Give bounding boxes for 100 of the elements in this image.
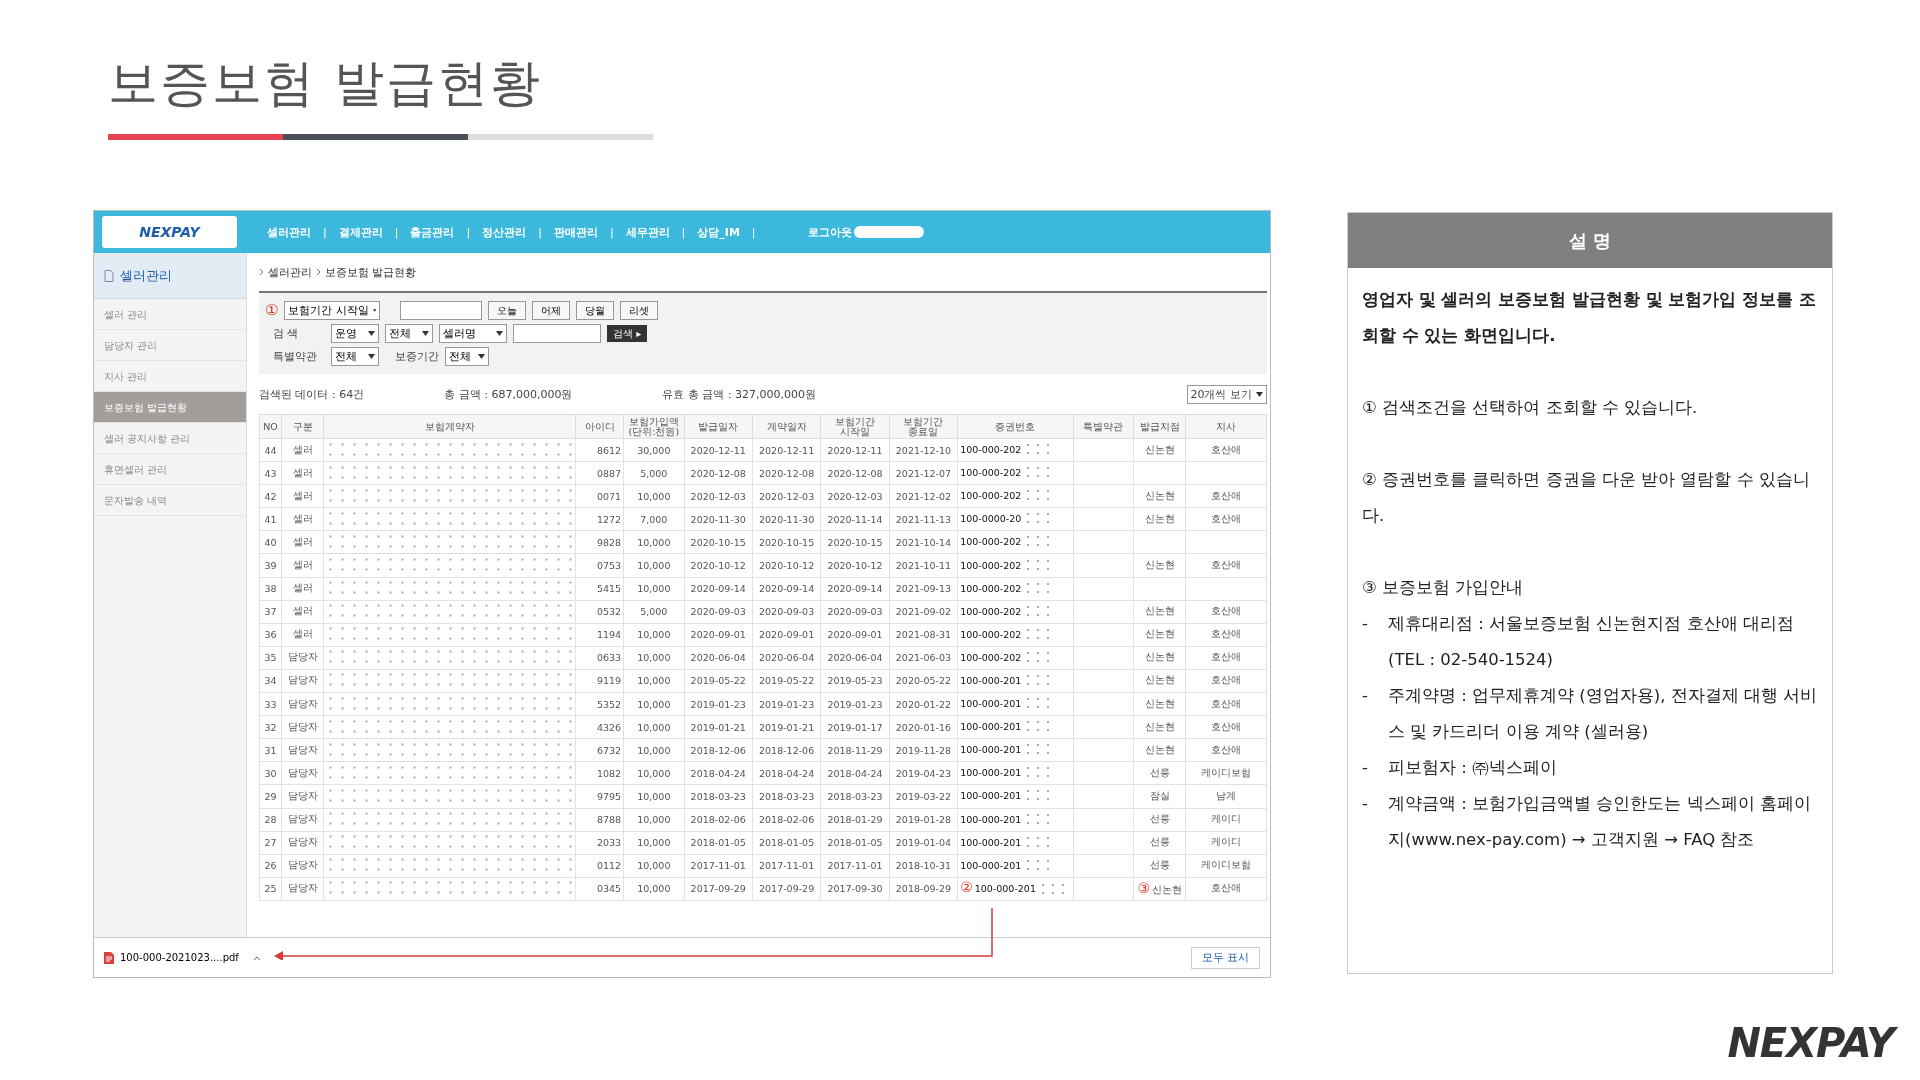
table-cell: 2018-09-29 bbox=[895, 883, 952, 895]
result-count: 검색된 데이터 : 64건 bbox=[259, 386, 365, 402]
table-cell: 담당자 bbox=[287, 882, 318, 894]
dropdown-caret-icon bbox=[368, 354, 375, 359]
table-cell: 42 bbox=[264, 490, 277, 502]
table-cell: 담당자 bbox=[287, 766, 318, 778]
special-terms-select[interactable]: 전체 bbox=[331, 347, 379, 366]
downloaded-file[interactable]: 100-000-2021023....pdf bbox=[104, 951, 239, 964]
table-cell: 2020-09-03 bbox=[827, 606, 883, 618]
table-cell: 10,000 bbox=[637, 744, 671, 756]
table-cell: 셀러 bbox=[292, 559, 313, 570]
table-cell: 44 bbox=[264, 444, 277, 456]
table-cell: 케이디보험 bbox=[1201, 766, 1252, 778]
column-header: 보험기간 시작일 bbox=[820, 414, 890, 439]
date-button[interactable]: 오늘 bbox=[488, 301, 527, 320]
table-cell: 0345 bbox=[596, 883, 622, 895]
table-cell: 호산애 bbox=[1211, 743, 1242, 755]
table-cell: 2020-10-12 bbox=[759, 560, 815, 571]
table-cell: 2017-09-29 bbox=[690, 883, 746, 895]
table-cell: 0633 bbox=[596, 652, 622, 664]
table-cell: 셀러 bbox=[292, 443, 313, 455]
column-header: NO bbox=[259, 414, 282, 439]
table-cell: 호산애 bbox=[1211, 697, 1242, 709]
table-cell: 2021-12-10 bbox=[895, 444, 952, 456]
dropdown-caret-icon bbox=[372, 308, 377, 313]
table-cell: 33 bbox=[264, 698, 277, 710]
search-input[interactable] bbox=[513, 324, 601, 343]
table-cell: 2019-05-22 bbox=[759, 675, 815, 687]
table-cell: 10,000 bbox=[637, 629, 671, 641]
date-button[interactable]: 당월 bbox=[576, 301, 615, 320]
breadcrumb-link[interactable]: 셀러관리 bbox=[268, 264, 312, 280]
table-cell: 8788 bbox=[596, 814, 622, 826]
table-cell: 호산애 bbox=[1211, 489, 1242, 501]
breadcrumb-current[interactable]: 보증보험 발급현황 bbox=[325, 264, 417, 280]
table-cell: 5352 bbox=[596, 698, 622, 710]
table-cell: 신논현 bbox=[1144, 512, 1175, 524]
table-cell: 2018-03-23 bbox=[759, 790, 815, 802]
table-cell: 2020-10-12 bbox=[827, 560, 883, 571]
table-cell: 2017-11-01 bbox=[690, 860, 746, 872]
sidebar-title: 셀러관리 bbox=[120, 266, 172, 285]
show-all-button[interactable]: 모두 표시 bbox=[1190, 946, 1260, 969]
table-cell: 셀러 bbox=[292, 489, 313, 501]
table-cell: 25 bbox=[264, 883, 277, 895]
table-cell: 담당자 bbox=[287, 697, 318, 709]
search-select[interactable]: 셀러명 bbox=[439, 324, 507, 343]
table-cell: 2021-10-11 bbox=[895, 560, 952, 571]
table-cell: 2020-10-15 bbox=[759, 536, 815, 548]
table-cell: 2020-09-14 bbox=[827, 583, 883, 595]
table-cell: 호산애 bbox=[1211, 559, 1242, 570]
table-cell: 2017-09-30 bbox=[827, 883, 883, 895]
certificate-number-link[interactable]: 100-000-201 bbox=[974, 883, 1036, 895]
table-cell: 2033 bbox=[596, 837, 622, 849]
date-type-select[interactable]: 보험기간 시작일 bbox=[284, 301, 381, 320]
table-cell: 2020-10-12 bbox=[690, 560, 746, 571]
table-cell: 2019-03-22 bbox=[895, 790, 952, 802]
table-cell: 5415 bbox=[596, 583, 622, 595]
table-cell: 2020-09-01 bbox=[759, 629, 815, 641]
column-header: 발급지점 bbox=[1133, 414, 1186, 439]
nav-separator: | bbox=[323, 225, 327, 239]
total-amount: 총 금액 : 687,000,000원 bbox=[444, 386, 573, 402]
table-cell: 셀러 bbox=[292, 466, 313, 478]
date-button[interactable]: 어제 bbox=[532, 301, 571, 320]
table-cell: 셀러 bbox=[292, 628, 313, 640]
table-cell: 2020-09-01 bbox=[827, 629, 883, 641]
search-select[interactable]: 운영 bbox=[331, 324, 379, 343]
bullet-text: 계약금액 : 보험가입금액별 승인한도는 넥스페이 홈페이지(www.nex-pay.com) → 고객지원 → FAQ 참조 bbox=[1388, 793, 1812, 851]
search-button[interactable]: 검색 ▸ bbox=[607, 325, 648, 342]
table-cell: 10,000 bbox=[637, 883, 671, 895]
caret-up-icon[interactable] bbox=[252, 954, 261, 961]
table-cell: 호산애 bbox=[1211, 882, 1242, 894]
column-header: 계약일자 bbox=[752, 414, 821, 439]
column-header: 아이디 bbox=[575, 414, 624, 439]
column-header: 구분 bbox=[281, 414, 324, 439]
table-cell: 2020-09-14 bbox=[690, 583, 746, 595]
date-input[interactable] bbox=[400, 301, 483, 320]
table-cell: 10,000 bbox=[637, 814, 671, 826]
search-select[interactable]: 전체 bbox=[385, 324, 433, 343]
table-cell: 0532 bbox=[596, 606, 622, 618]
table-cell: 2020-06-04 bbox=[827, 652, 883, 664]
table-cell: 2020-12-08 bbox=[690, 467, 746, 479]
nav-separator: | bbox=[751, 225, 756, 239]
table-cell: 선릉 bbox=[1149, 836, 1170, 848]
callout-number: ① bbox=[265, 303, 279, 318]
table-cell: 28 bbox=[264, 814, 277, 826]
page-size-select[interactable]: 20개씩 보기 bbox=[1186, 384, 1267, 404]
app-logo[interactable]: NEXPAY bbox=[102, 216, 237, 248]
table-cell: 2017-11-01 bbox=[827, 860, 883, 872]
table-cell: 2018-02-06 bbox=[690, 814, 746, 826]
date-button[interactable]: 리셋 bbox=[620, 301, 659, 320]
special-terms-label: 특별약관 bbox=[272, 349, 318, 364]
period-select[interactable]: 전체 bbox=[445, 347, 489, 366]
sidebar-item[interactable]: 셀러 관리 bbox=[94, 299, 246, 330]
valid-total-amount: 유효 총 금액 : 327,000,000원 bbox=[662, 386, 817, 402]
table-cell: 담당자 bbox=[287, 674, 318, 686]
table-cell: 신논현 bbox=[1144, 559, 1175, 570]
table-cell: 10,000 bbox=[637, 767, 671, 779]
table-cell: 35 bbox=[264, 652, 277, 664]
table-cell: 2019-05-22 bbox=[690, 675, 746, 687]
table-cell: 2017-11-01 bbox=[759, 860, 815, 872]
bullet-dash: - bbox=[1362, 793, 1369, 815]
